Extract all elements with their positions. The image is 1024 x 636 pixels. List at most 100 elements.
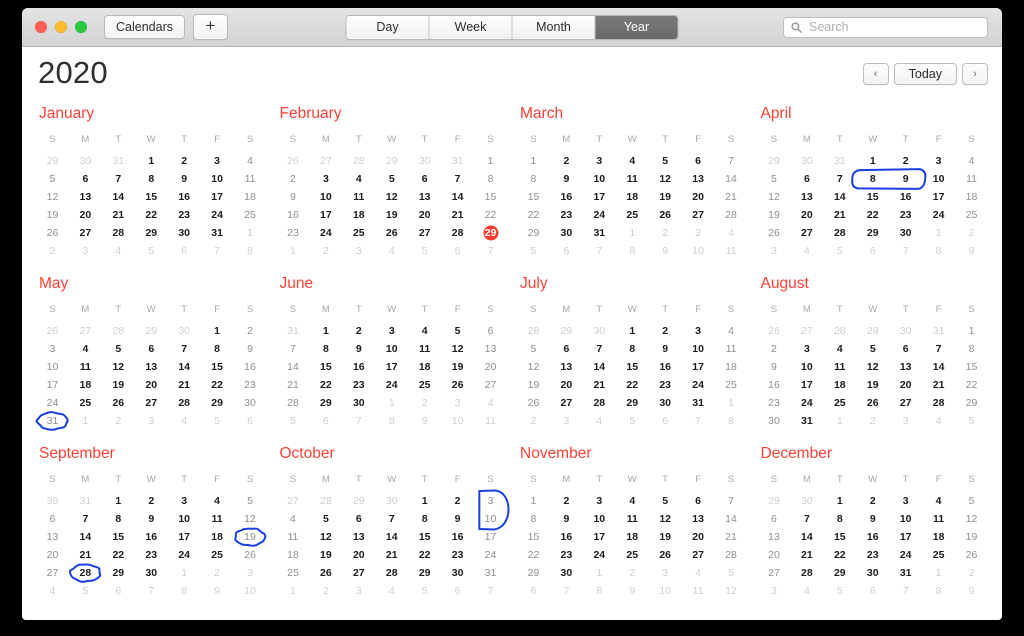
day-cell[interactable]: 29 bbox=[135, 224, 168, 242]
day-cell[interactable]: 11 bbox=[823, 358, 856, 376]
day-cell[interactable]: 10 bbox=[201, 170, 234, 188]
close-window-button[interactable] bbox=[35, 21, 47, 33]
day-cell[interactable]: 19 bbox=[758, 206, 791, 224]
day-cell[interactable]: 10 bbox=[790, 358, 823, 376]
day-cell[interactable]: 7 bbox=[474, 242, 507, 260]
day-cell[interactable]: 21 bbox=[583, 376, 616, 394]
day-cell[interactable]: 8 bbox=[922, 582, 955, 600]
day-cell[interactable]: 14 bbox=[375, 528, 408, 546]
day-cell[interactable]: 27 bbox=[408, 224, 441, 242]
day-cell[interactable]: 1 bbox=[955, 322, 988, 340]
day-cell[interactable]: 25 bbox=[234, 206, 267, 224]
day-cell[interactable]: 29 bbox=[517, 564, 550, 582]
day-cell[interactable]: 27 bbox=[474, 376, 507, 394]
day-cell[interactable]: 28 bbox=[342, 152, 375, 170]
day-cell[interactable]: 18 bbox=[616, 528, 649, 546]
day-cell[interactable]: 27 bbox=[69, 322, 102, 340]
day-cell[interactable]: 18 bbox=[69, 376, 102, 394]
day-cell[interactable]: 25 bbox=[616, 546, 649, 564]
day-cell[interactable]: 22 bbox=[955, 376, 988, 394]
day-cell[interactable]: 23 bbox=[889, 206, 922, 224]
day-cell[interactable]: 29 bbox=[823, 564, 856, 582]
day-cell[interactable]: 17 bbox=[474, 528, 507, 546]
day-cell[interactable]: 20 bbox=[135, 376, 168, 394]
day-cell[interactable]: 25 bbox=[823, 394, 856, 412]
day-cell[interactable]: 28 bbox=[715, 206, 748, 224]
day-cell[interactable]: 31 bbox=[823, 152, 856, 170]
day-cell[interactable]: 1 bbox=[922, 224, 955, 242]
day-cell[interactable]: 11 bbox=[616, 170, 649, 188]
day-cell[interactable]: 1 bbox=[102, 492, 135, 510]
day-cell[interactable]: 23 bbox=[649, 376, 682, 394]
day-cell[interactable]: 28 bbox=[583, 394, 616, 412]
day-cell[interactable]: 29 bbox=[408, 564, 441, 582]
day-cell[interactable]: 1 bbox=[474, 152, 507, 170]
day-cell[interactable]: 4 bbox=[375, 582, 408, 600]
day-cell[interactable]: 3 bbox=[342, 582, 375, 600]
day-cell[interactable]: 29 bbox=[375, 152, 408, 170]
day-cell[interactable]: 1 bbox=[234, 224, 267, 242]
day-cell[interactable]: 10 bbox=[682, 242, 715, 260]
day-cell[interactable]: 27 bbox=[342, 564, 375, 582]
day-cell[interactable]: 3 bbox=[889, 412, 922, 430]
day-cell[interactable]: 11 bbox=[234, 170, 267, 188]
day-cell[interactable]: 15 bbox=[102, 528, 135, 546]
day-cell[interactable]: 7 bbox=[889, 242, 922, 260]
day-cell[interactable]: 7 bbox=[583, 340, 616, 358]
day-cell[interactable]: 3 bbox=[474, 492, 507, 510]
day-cell[interactable]: 2 bbox=[517, 412, 550, 430]
day-cell[interactable]: 26 bbox=[649, 546, 682, 564]
day-cell[interactable]: 17 bbox=[889, 528, 922, 546]
day-cell[interactable]: 21 bbox=[441, 206, 474, 224]
day-cell[interactable]: 20 bbox=[474, 358, 507, 376]
day-cell[interactable]: 9 bbox=[758, 358, 791, 376]
day-cell[interactable]: 24 bbox=[375, 376, 408, 394]
day-cell[interactable]: 19 bbox=[856, 376, 889, 394]
day-cell[interactable]: 1 bbox=[69, 412, 102, 430]
day-cell[interactable]: 13 bbox=[550, 358, 583, 376]
day-cell[interactable]: 26 bbox=[36, 224, 69, 242]
day-cell[interactable]: 22 bbox=[309, 376, 342, 394]
day-cell[interactable]: 13 bbox=[682, 510, 715, 528]
day-cell[interactable]: 17 bbox=[583, 528, 616, 546]
day-cell[interactable]: 29 bbox=[102, 564, 135, 582]
day-cell[interactable]: 23 bbox=[550, 206, 583, 224]
day-cell[interactable]: 12 bbox=[517, 358, 550, 376]
day-cell[interactable]: 5 bbox=[36, 170, 69, 188]
day-cell[interactable]: 20 bbox=[682, 528, 715, 546]
day-cell[interactable]: 5 bbox=[517, 340, 550, 358]
day-cell[interactable]: 23 bbox=[135, 546, 168, 564]
day-cell[interactable]: 4 bbox=[823, 340, 856, 358]
day-cell[interactable]: 6 bbox=[889, 340, 922, 358]
day-cell[interactable]: 30 bbox=[550, 564, 583, 582]
day-cell[interactable]: 3 bbox=[889, 492, 922, 510]
day-cell[interactable]: 9 bbox=[342, 340, 375, 358]
day-cell[interactable]: 8 bbox=[616, 340, 649, 358]
day-cell[interactable]: 2 bbox=[277, 170, 310, 188]
day-cell[interactable]: 28 bbox=[277, 394, 310, 412]
day-cell[interactable]: 2 bbox=[649, 224, 682, 242]
day-cell[interactable]: 3 bbox=[135, 412, 168, 430]
day-cell[interactable]: 30 bbox=[889, 322, 922, 340]
day-cell[interactable]: 19 bbox=[102, 376, 135, 394]
day-cell[interactable]: 21 bbox=[715, 528, 748, 546]
day-cell[interactable]: 14 bbox=[715, 510, 748, 528]
day-cell[interactable]: 18 bbox=[342, 206, 375, 224]
day-cell[interactable]: 29 bbox=[616, 394, 649, 412]
day-cell[interactable]: 7 bbox=[201, 242, 234, 260]
day-cell[interactable]: 22 bbox=[408, 546, 441, 564]
month-title[interactable]: April bbox=[761, 105, 989, 123]
day-cell[interactable]: 10 bbox=[234, 582, 267, 600]
day-cell[interactable]: 6 bbox=[342, 510, 375, 528]
day-cell[interactable]: 6 bbox=[441, 582, 474, 600]
day-cell[interactable]: 24 bbox=[168, 546, 201, 564]
day-cell[interactable]: 10 bbox=[168, 510, 201, 528]
day-cell[interactable]: 17 bbox=[201, 188, 234, 206]
day-cell[interactable]: 17 bbox=[375, 358, 408, 376]
day-cell[interactable]: 26 bbox=[649, 206, 682, 224]
day-cell[interactable]: 18 bbox=[201, 528, 234, 546]
day-cell[interactable]: 31 bbox=[201, 224, 234, 242]
day-cell[interactable]: 4 bbox=[408, 322, 441, 340]
day-cell[interactable]: 5 bbox=[408, 242, 441, 260]
day-cell[interactable]: 26 bbox=[234, 546, 267, 564]
